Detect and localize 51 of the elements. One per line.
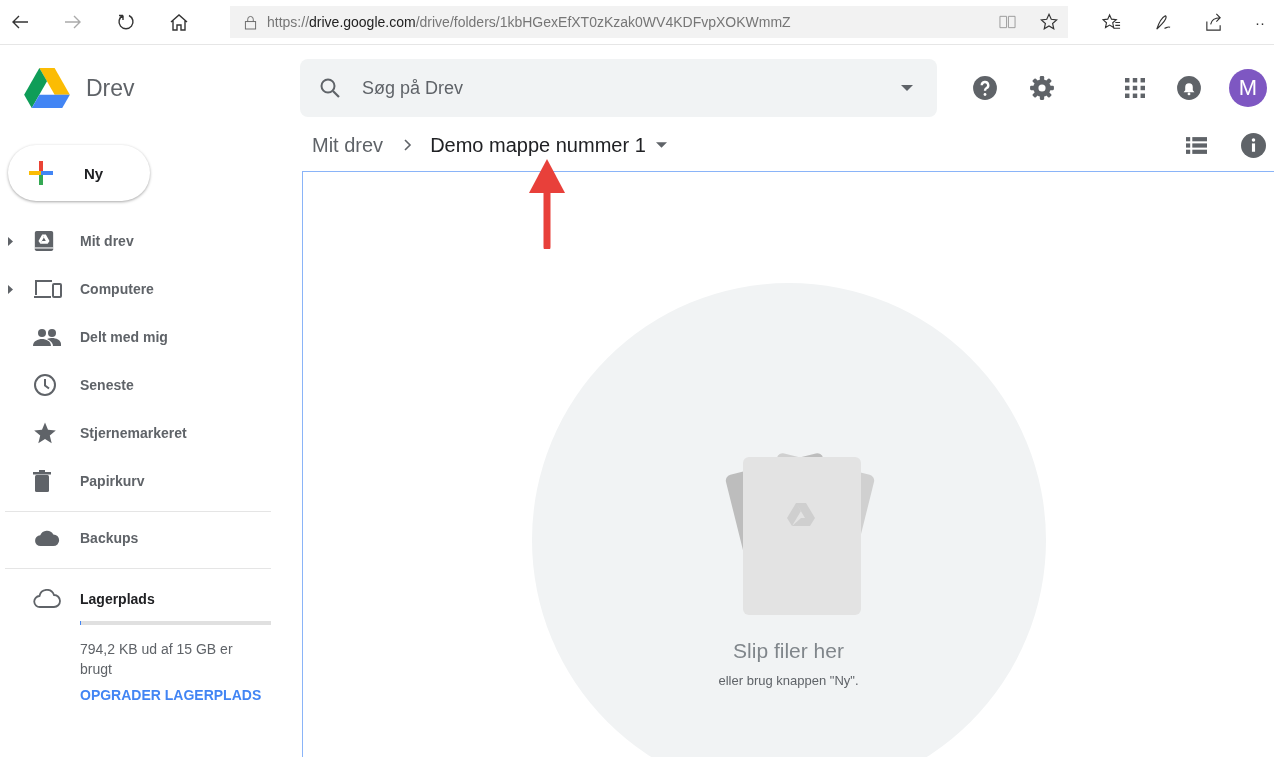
more-menu[interactable]: ·· (1255, 13, 1265, 31)
current-folder-crumb[interactable]: Demo mappe nummer 1 (430, 133, 646, 157)
expand-arrow-icon[interactable] (8, 284, 13, 294)
search-field[interactable]: Søg på Drev (360, 76, 883, 100)
cloud-outline-icon (33, 589, 61, 609)
sidebar-item[interactable]: Computere (80, 281, 271, 297)
notification-bell-icon[interactable] (1176, 75, 1202, 101)
search-bar[interactable]: Søg på Drev (300, 59, 937, 117)
computer-devices-icon (33, 278, 63, 300)
expand-arrow-icon[interactable] (8, 236, 13, 246)
people-icon (33, 328, 61, 346)
sidebar-item[interactable]: Papirkurv (80, 473, 271, 489)
help-icon[interactable] (972, 75, 998, 101)
storage-label[interactable]: Lagerplads (80, 591, 271, 607)
empty-state-title: Slip filer her (733, 639, 844, 663)
list-view-icon[interactable] (1186, 136, 1207, 154)
sidebar-item[interactable]: Seneste (80, 377, 271, 393)
plus-icon (26, 158, 56, 188)
star-icon[interactable] (1040, 13, 1058, 31)
refresh-icon[interactable] (116, 12, 136, 32)
star-icon (33, 421, 57, 445)
account-avatar[interactable]: M (1229, 69, 1267, 107)
trash-icon (33, 470, 51, 492)
caret-icon[interactable] (901, 85, 913, 91)
search-icon (318, 76, 342, 100)
info-icon[interactable] (1241, 132, 1266, 158)
pen-icon[interactable] (1153, 12, 1172, 32)
upgrade-storage-link[interactable]: OPGRADER LAGERPLADS (80, 687, 271, 703)
sidebar-item[interactable]: Stjernemarkeret (80, 425, 271, 441)
sidebar-item[interactable]: Mit drev (80, 233, 271, 249)
sidebar-item[interactable]: Delt med mig (80, 329, 271, 345)
share-icon[interactable] (1204, 12, 1223, 32)
cloud-icon (33, 529, 61, 547)
apps-grid-icon[interactable] (1125, 78, 1145, 98)
breadcrumb-link[interactable]: Mit drev (312, 133, 384, 157)
sidebar-item[interactable]: Backups (80, 530, 271, 546)
home-icon[interactable] (169, 12, 189, 32)
app-title: Drev (86, 74, 135, 102)
empty-state-hint: eller brug knappen "Ny". (718, 673, 859, 688)
drive-folder-icon (33, 230, 55, 252)
drive-logo-icon (24, 68, 70, 108)
chevron-right-icon (404, 139, 413, 151)
new-button[interactable]: Ny (8, 145, 150, 201)
favorites-icon[interactable] (1102, 12, 1121, 32)
settings-icon[interactable] (1029, 75, 1055, 101)
url-text: https://drive.google.com/drive/folders/1kbHGexEfXT0zKzak0WV4KDFvpXOKWmmZ (267, 14, 792, 30)
caret-icon[interactable] (655, 142, 667, 148)
storage-usage-text: 794,2 KB ud af 15 GB er brugt (80, 640, 234, 679)
address-bar[interactable]: https://drive.google.com/drive/folders/1kbHGexEfXT0zKzak0WV4KDFvpXOKWmmZ (230, 6, 1068, 38)
clock-icon (33, 373, 57, 397)
lock-icon (244, 14, 257, 30)
